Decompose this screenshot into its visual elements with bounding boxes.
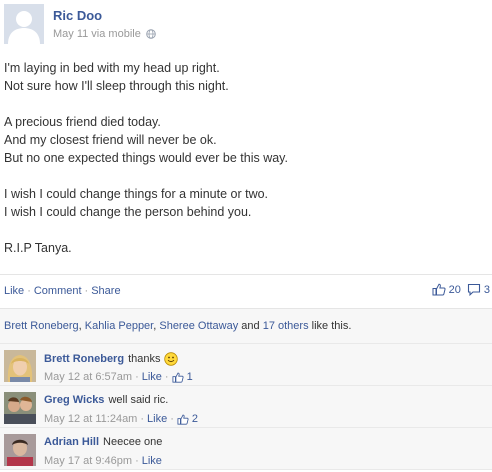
likes-suffix: like this. [311, 320, 352, 332]
comma: , [153, 320, 157, 332]
post-line-blank [4, 95, 474, 113]
comment-item: Greg Wicks well said ric. May 12 at 11:2… [0, 386, 492, 428]
like-count[interactable]: 20 [432, 283, 461, 296]
likes-summary: Brett Roneberg, Kahlia Pepper, Sheree Ot… [0, 309, 492, 344]
separator: · [170, 413, 174, 425]
post-meta: May 11 via mobile [53, 28, 156, 40]
separator: · [135, 371, 139, 383]
post-line: R.I.P Tanya. [4, 241, 72, 255]
liker-name[interactable]: Brett Roneberg [4, 320, 79, 332]
commenter-avatar[interactable] [4, 350, 36, 382]
comment-timestamp[interactable]: May 12 at 6:57am [44, 371, 132, 383]
share-link[interactable]: Share [91, 285, 120, 297]
post-actions-bar: Like · Comment · Share 20 3 [0, 274, 492, 309]
comment-text: well said ric. [108, 394, 169, 406]
like-count-value: 20 [448, 283, 461, 296]
comment-like-link[interactable]: Like [142, 455, 162, 467]
author-avatar[interactable] [4, 4, 44, 44]
smiley-icon [164, 352, 179, 366]
post-line: But no one expected things would ever be… [4, 151, 288, 165]
post-actions: Like · Comment · Share [4, 285, 121, 297]
comment-count-value: 3 [483, 283, 490, 296]
comment-author[interactable]: Brett Roneberg [44, 353, 124, 365]
comment-item: Adrian Hill Neecee one May 17 at 9:46pm … [0, 428, 492, 470]
comment-author[interactable]: Adrian Hill [44, 436, 99, 448]
comment-timestamp[interactable]: May 17 at 9:46pm [44, 455, 132, 467]
comments-list: Brett Roneberg thanks May 12 at 6:57am ·… [0, 344, 492, 470]
comment-like-link[interactable]: Like [147, 413, 167, 425]
post-line: I wish I could change the person behind … [4, 205, 252, 219]
post-line: I wish I could change things for a minut… [4, 187, 269, 201]
liker-name[interactable]: Kahlia Pepper [85, 320, 154, 332]
thumbs-up-icon [432, 283, 446, 296]
author-name[interactable]: Ric Doo [53, 8, 102, 23]
comment-link[interactable]: Comment [34, 285, 82, 297]
comment-text: Neecee one [103, 436, 163, 448]
post-header: Ric Doo May 11 via mobile [4, 4, 488, 46]
post-line: Not sure how I'll sleep through this nig… [4, 79, 229, 93]
and-text: and [241, 320, 260, 332]
comment-timestamp[interactable]: May 12 at 11:24am [44, 413, 137, 425]
thumbs-up-icon[interactable] [177, 414, 189, 425]
like-link[interactable]: Like [4, 285, 24, 297]
separator: · [27, 285, 31, 297]
post-line-blank [4, 221, 474, 239]
post-counts: 20 3 [432, 283, 490, 296]
globe-icon[interactable] [146, 29, 156, 39]
comment-like-count[interactable]: 1 [187, 371, 193, 383]
others-link[interactable]: 17 others [263, 320, 309, 332]
post-line-blank [4, 167, 474, 185]
separator: · [164, 371, 169, 383]
comment-item: Brett Roneberg thanks May 12 at 6:57am ·… [0, 344, 492, 386]
separator: · [135, 455, 139, 467]
comment-like-count[interactable]: 2 [192, 413, 198, 425]
comment-count[interactable]: 3 [467, 283, 490, 296]
post-line: I'm laying in bed with my head up right. [4, 61, 220, 75]
comment-bubble-icon [467, 283, 480, 296]
separator: · [84, 285, 89, 297]
default-avatar-icon [4, 4, 44, 44]
post-timestamp[interactable]: May 11 via mobile [53, 28, 141, 40]
commenter-avatar[interactable] [4, 434, 36, 466]
thumbs-up-icon[interactable] [172, 372, 184, 383]
commenter-avatar[interactable] [4, 392, 36, 424]
comment-like-link[interactable]: Like [142, 371, 162, 383]
separator: · [140, 413, 145, 425]
post-message: I'm laying in bed with my head up right.… [4, 59, 474, 257]
post-line: And my closest friend will never be ok. [4, 133, 217, 147]
comma: , [78, 320, 82, 332]
comment-author[interactable]: Greg Wicks [44, 394, 104, 406]
post-line: A precious friend died today. [4, 115, 161, 129]
comment-text: thanks [128, 353, 161, 365]
liker-name[interactable]: Sheree Ottaway [159, 320, 238, 332]
